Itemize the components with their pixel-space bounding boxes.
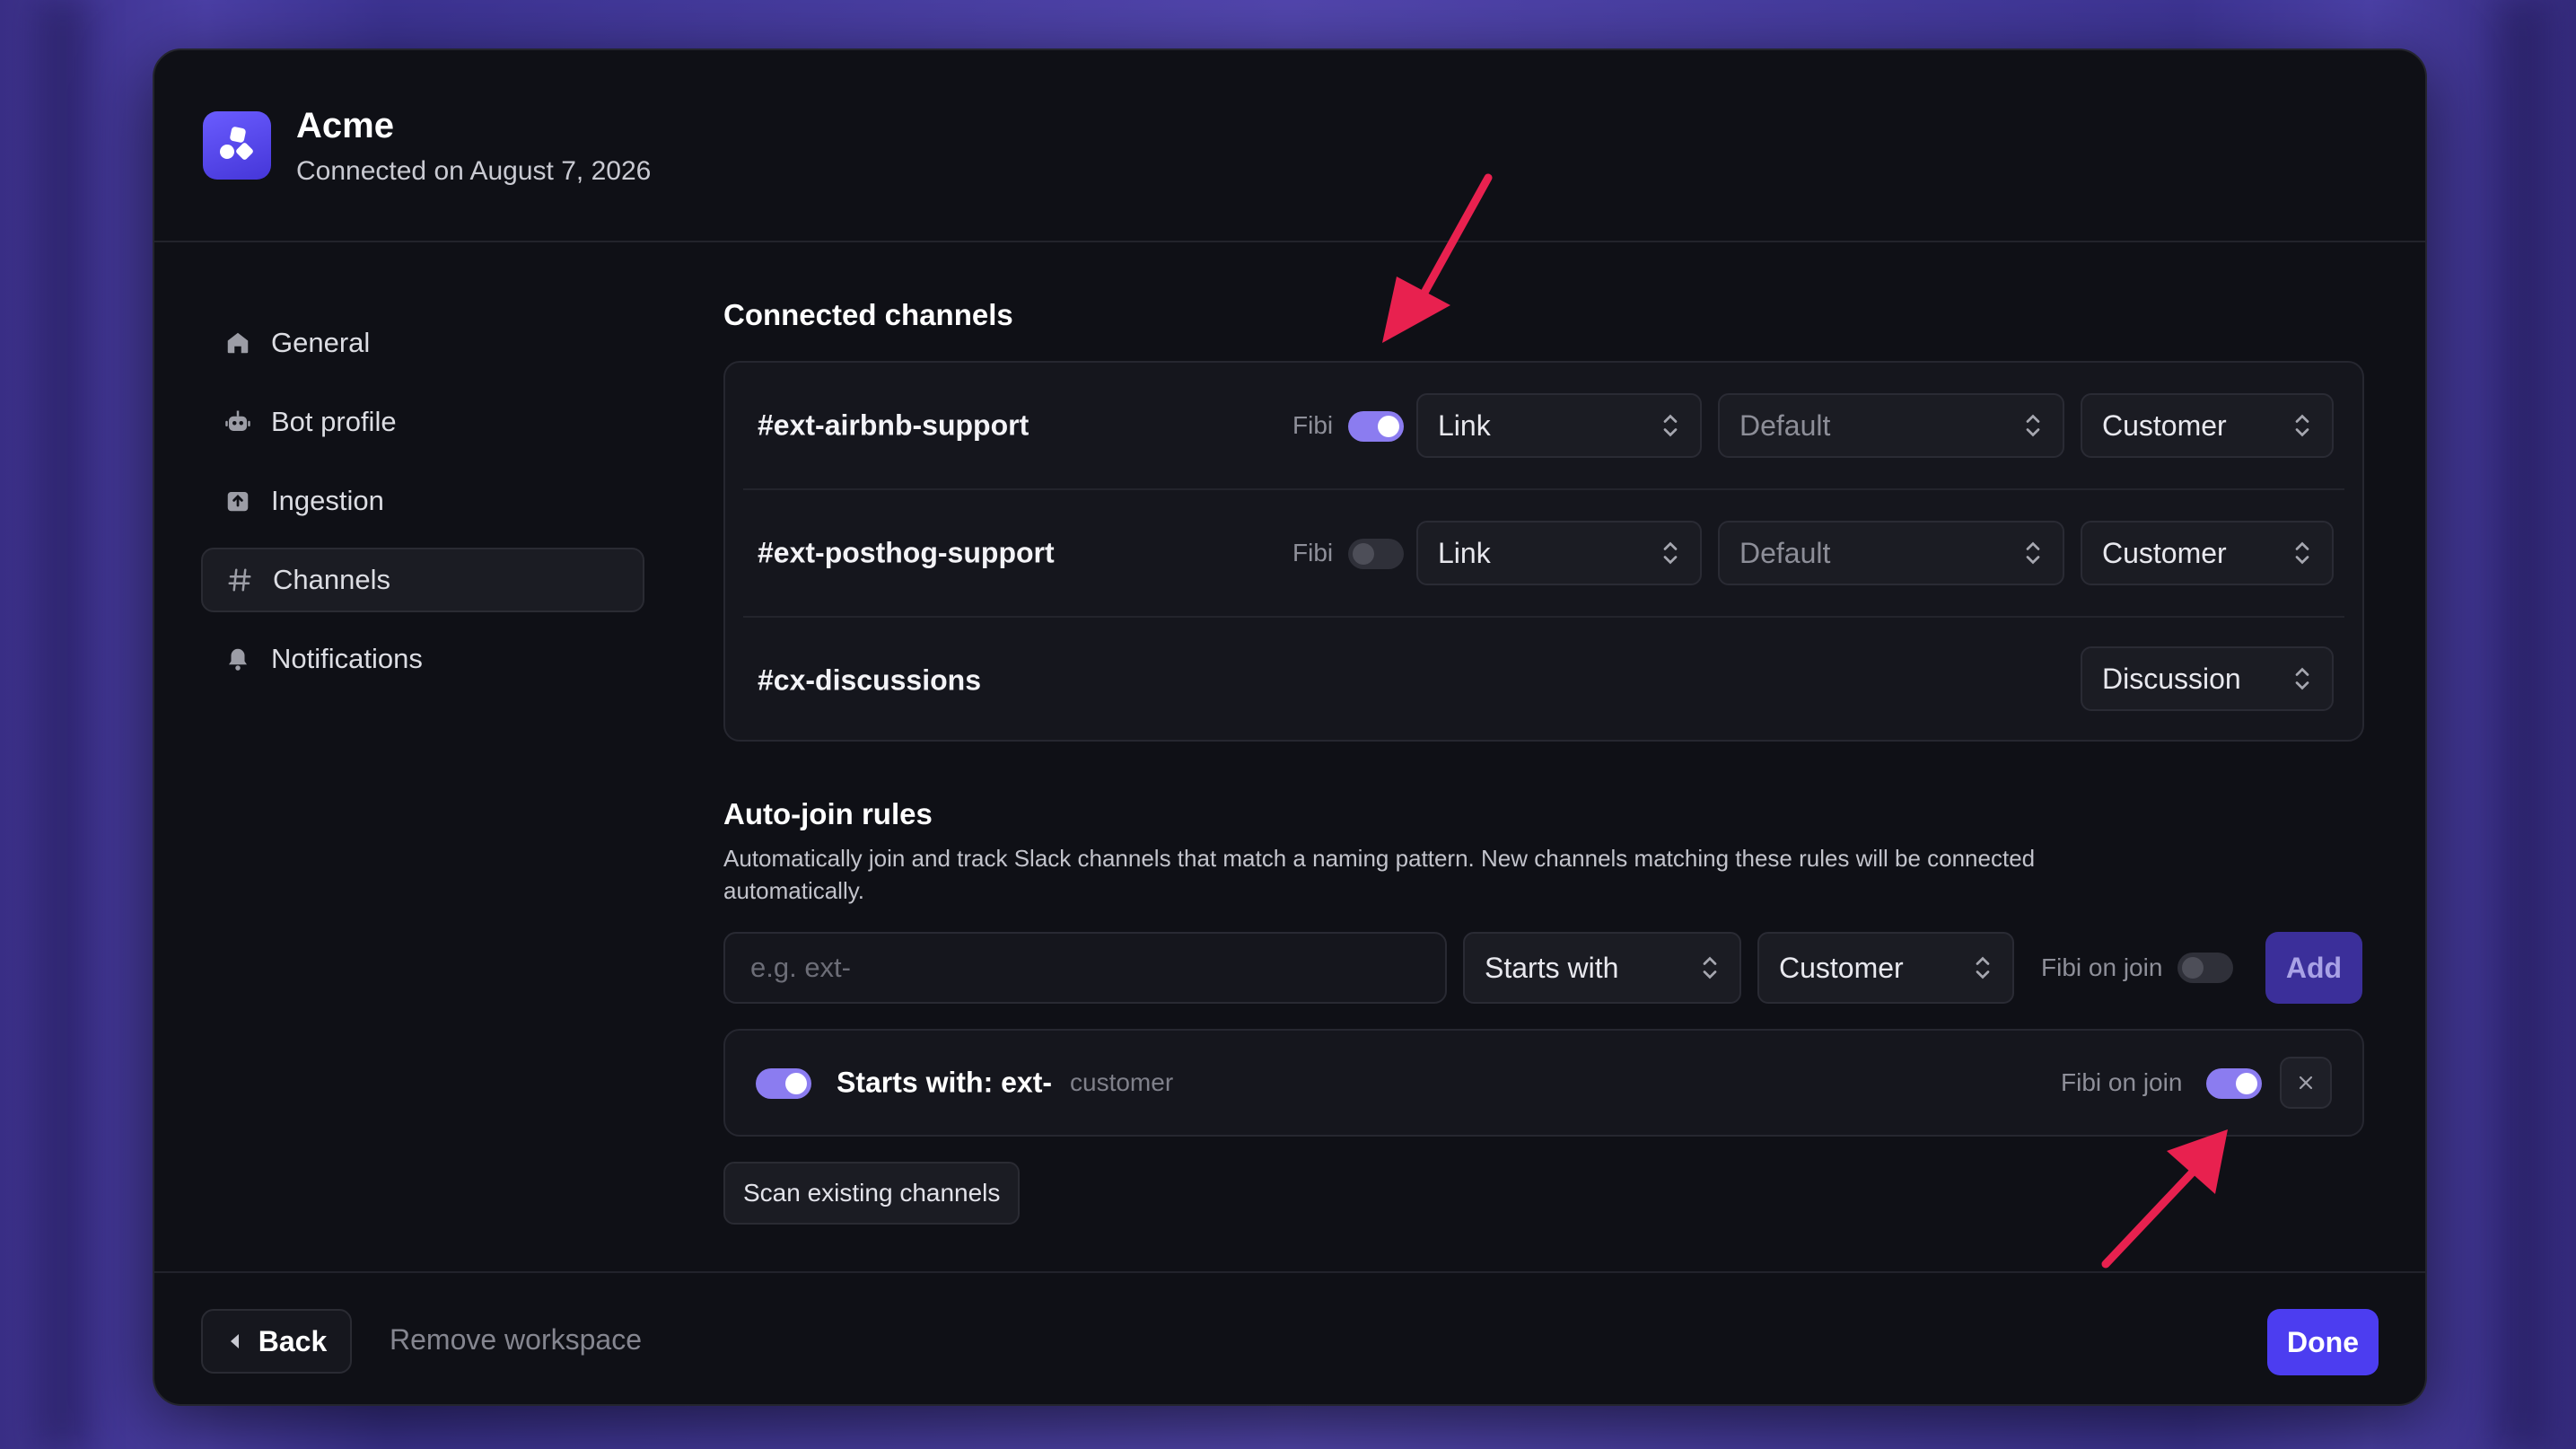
default-select-value: Default (1739, 536, 1831, 569)
fibi-toggle[interactable] (1348, 539, 1404, 569)
fibi-toggle[interactable] (1348, 411, 1404, 442)
background-stripe (36, 0, 90, 1449)
rule-enabled-toggle[interactable] (756, 1068, 811, 1099)
sidebar-item-notifications[interactable]: Notifications (201, 627, 644, 691)
rule-channel-type-select[interactable]: Customer (1757, 932, 2014, 1004)
rule-label: Starts with: ext- (837, 1066, 1053, 1099)
channel-type-value: Customer (2102, 536, 2227, 569)
back-button-label: Back (258, 1324, 328, 1357)
channel-name: #cx-discussions (758, 663, 981, 697)
mode-select-value: Link (1438, 536, 1491, 569)
remove-rule-button[interactable] (2280, 1057, 2332, 1109)
mode-select-value: Link (1438, 408, 1491, 442)
close-icon (2299, 1076, 2313, 1090)
match-type-select[interactable]: Starts with (1463, 932, 1741, 1004)
chevron-updown-icon (2295, 541, 2309, 565)
chevron-updown-icon (1663, 414, 1678, 437)
back-button[interactable]: Back (201, 1309, 352, 1374)
add-rule-button[interactable]: Add (2265, 932, 2362, 1004)
bell-icon (223, 644, 253, 674)
sidebar-item-bot-profile[interactable]: Bot profile (201, 390, 644, 454)
chevron-updown-icon (2026, 541, 2040, 565)
modal-header: Acme Connected on August 7, 2026 (154, 50, 2425, 242)
bot-icon (223, 407, 253, 437)
channel-type-select[interactable]: Discussion (2081, 646, 2334, 711)
rule-fibi-on-join-label: Fibi on join (2061, 1068, 2183, 1096)
default-select-value: Default (1739, 408, 1831, 442)
annotation-arrow (1382, 173, 1493, 343)
rule-fibi-on-join-toggle[interactable] (2206, 1068, 2262, 1099)
default-select[interactable]: Default (1718, 393, 2064, 458)
chevron-updown-icon (1703, 956, 1717, 979)
app-logo-icon (203, 111, 271, 180)
chevron-updown-icon (1976, 956, 1990, 979)
channel-row: #ext-posthog-support Fibi Link Default C… (743, 490, 2344, 618)
sidebar-item-label: General (271, 327, 371, 358)
pattern-input[interactable] (723, 932, 1447, 1004)
rule-card: Starts with: ext- customer Fibi on join (723, 1029, 2364, 1137)
channel-row: #cx-discussions Discussion (743, 618, 2344, 743)
sidebar-item-ingestion[interactable]: Ingestion (201, 469, 644, 533)
match-type-value: Starts with (1485, 951, 1619, 984)
auto-join-description: Automatically join and track Slack chann… (723, 845, 2036, 904)
mode-select[interactable]: Link (1416, 521, 1702, 585)
chevron-updown-icon (2295, 414, 2309, 437)
caret-left-icon (230, 1334, 239, 1348)
inbox-upload-icon (223, 486, 253, 516)
workspace-settings-modal: Acme Connected on August 7, 2026 General… (153, 48, 2427, 1406)
channel-type-value: Discussion (2102, 662, 2241, 695)
hash-icon (224, 565, 255, 595)
workspace-name: Acme (296, 106, 394, 145)
connected-channels-card: #ext-airbnb-support Fibi Link Default Cu… (723, 361, 2364, 742)
channel-row: #ext-airbnb-support Fibi Link Default Cu… (743, 363, 2344, 490)
sidebar-item-label: Ingestion (271, 485, 384, 516)
connected-date: Connected on August 7, 2026 (296, 156, 652, 186)
fibi-label: Fibi (1292, 539, 1334, 566)
mode-select[interactable]: Link (1416, 393, 1702, 458)
sidebar-item-label: Notifications (271, 643, 423, 674)
background-stripe (2495, 0, 2549, 1449)
annotation-arrow (2101, 1129, 2228, 1269)
chevron-updown-icon (1663, 541, 1678, 565)
done-button[interactable]: Done (2267, 1309, 2379, 1375)
rule-channel-type-value: Customer (1779, 951, 1904, 984)
fibi-on-join-toggle[interactable] (2177, 953, 2233, 983)
scan-existing-channels-button[interactable]: Scan existing channels (723, 1162, 1021, 1225)
auto-join-title: Auto-join rules (723, 797, 933, 830)
fibi-on-join-label: Fibi on join (2041, 953, 2163, 981)
connected-channels-title: Connected channels (723, 298, 1013, 331)
home-icon (223, 328, 253, 358)
remove-workspace-link[interactable]: Remove workspace (390, 1323, 642, 1357)
sidebar-item-channels[interactable]: Channels (201, 548, 644, 612)
modal-footer: Back Remove workspace Done (154, 1271, 2425, 1404)
settings-sidebar: General Bot profile Ingestion Channels N… (201, 311, 644, 706)
channel-type-select[interactable]: Customer (2081, 521, 2334, 585)
sidebar-item-label: Bot profile (271, 406, 397, 437)
sidebar-item-general[interactable]: General (201, 311, 644, 375)
channel-name: #ext-airbnb-support (758, 408, 1030, 442)
default-select[interactable]: Default (1718, 521, 2064, 585)
fibi-label: Fibi (1292, 411, 1334, 439)
channel-type-select[interactable]: Customer (2081, 393, 2334, 458)
rule-tag: customer (1070, 1068, 1174, 1096)
chevron-updown-icon (2295, 667, 2309, 690)
sidebar-item-label: Channels (273, 564, 390, 595)
channel-name: #ext-posthog-support (758, 536, 1055, 569)
channel-type-value: Customer (2102, 408, 2227, 442)
chevron-updown-icon (2026, 414, 2040, 437)
